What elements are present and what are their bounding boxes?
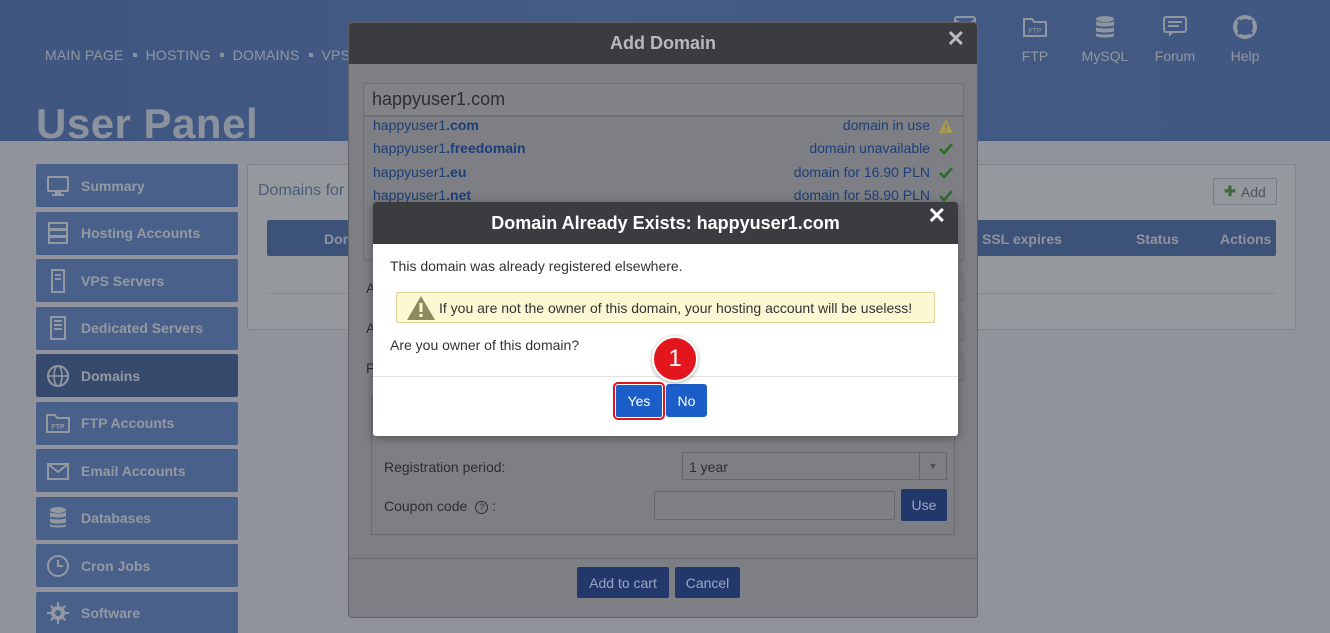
list-item[interactable]: happyuser1.com domain in use <box>373 117 954 137</box>
add-domain-modal-title: Add Domain <box>349 23 977 64</box>
suggestion-domain: happyuser1.net <box>373 187 472 203</box>
suggestion-status: domain for 58.90 PLN <box>793 187 930 203</box>
help-icon[interactable]: ? <box>475 500 489 514</box>
domain-search-input[interactable]: happyuser1.com <box>363 83 964 116</box>
close-icon[interactable]: ✕ <box>928 203 946 229</box>
suggestion-status: domain in use <box>842 117 930 133</box>
suggestion-status: domain for 16.90 PLN <box>793 164 930 180</box>
check-icon <box>938 141 954 157</box>
yes-button[interactable]: Yes <box>613 382 665 420</box>
domain-exists-dialog: Domain Already Exists: happyuser1.com ✕ … <box>373 202 958 436</box>
coupon-code-label: Coupon code?: <box>384 498 497 514</box>
warning-alert: If you are not the owner of this domain,… <box>396 292 935 323</box>
chevron-down-icon: ▼ <box>919 453 946 479</box>
coupon-code-input[interactable] <box>654 491 895 520</box>
registration-period-label: Registration period: <box>384 459 506 475</box>
warning-icon <box>938 118 954 134</box>
dialog-title: Domain Already Exists: happyuser1.com <box>373 202 958 244</box>
suggestion-status: domain unavailable <box>809 140 930 156</box>
modal-footer-divider <box>349 558 977 559</box>
warning-text: If you are not the owner of this domain,… <box>439 299 913 316</box>
dialog-message: This domain was already registered elsew… <box>390 258 683 274</box>
add-to-cart-button[interactable]: Add to cart <box>577 567 669 598</box>
step-number-badge: 1 <box>652 336 698 382</box>
close-icon[interactable]: ✕ <box>947 26 965 52</box>
use-coupon-button[interactable]: Use <box>901 489 947 521</box>
list-item[interactable]: happyuser1.eu domain for 16.90 PLN <box>373 164 954 184</box>
suggestion-domain: happyuser1.freedomain <box>373 140 526 156</box>
no-button[interactable]: No <box>666 384 707 417</box>
list-item[interactable]: happyuser1.freedomain domain unavailable <box>373 140 954 160</box>
suggestion-domain: happyuser1.com <box>373 117 479 133</box>
suggestion-domain: happyuser1.eu <box>373 164 467 180</box>
dialog-question: Are you owner of this domain? <box>390 337 580 353</box>
warning-icon <box>406 295 436 321</box>
registration-period-select[interactable]: 1 year ▼ <box>682 452 947 480</box>
registration-period-value: 1 year <box>689 459 728 475</box>
cancel-button[interactable]: Cancel <box>675 567 740 598</box>
check-icon <box>938 165 954 181</box>
